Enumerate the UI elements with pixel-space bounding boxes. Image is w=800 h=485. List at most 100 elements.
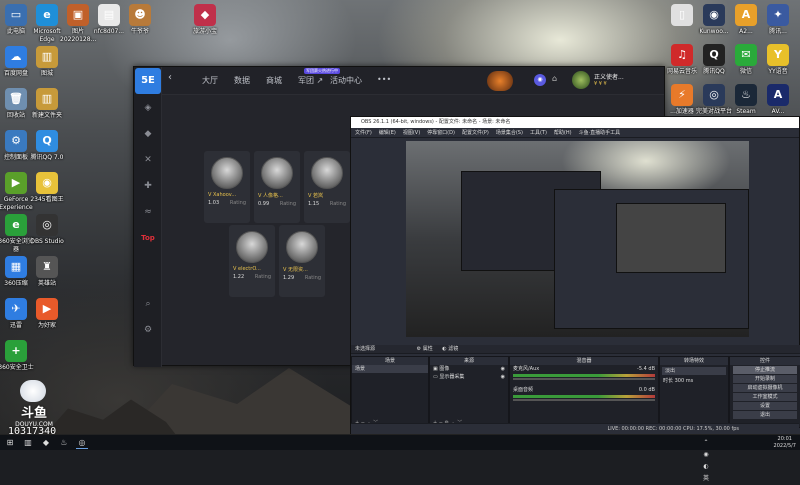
zip-icon: ▦ bbox=[5, 256, 27, 278]
desktop-shortcut[interactable]: ⚡ ...加速器 bbox=[664, 84, 700, 116]
desktop-volume-slider[interactable] bbox=[513, 399, 655, 401]
notification-icon[interactable]: ◉ bbox=[534, 74, 546, 86]
desktop-shortcut[interactable]: ♨ Steam bbox=[728, 84, 764, 116]
source-item-display[interactable]: ▭ 显示器采集 ◉ bbox=[430, 373, 508, 381]
obs-control-button[interactable]: 设置 bbox=[733, 402, 797, 410]
folder-icon: ▥ bbox=[36, 88, 58, 110]
event-banner-icon[interactable] bbox=[487, 71, 513, 91]
obs-control-button[interactable]: 开始录制 bbox=[733, 375, 797, 383]
desktop-shortcut-label: 完美对战平台 bbox=[696, 108, 733, 115]
avatar-icon: ☻ bbox=[129, 4, 151, 26]
cube-icon[interactable]: ◆ bbox=[134, 121, 162, 147]
taskbar-clock[interactable]: 20:01 2022/5/7 bbox=[774, 436, 796, 450]
back-icon[interactable]: ‹ bbox=[168, 72, 172, 83]
desktop-shortcut[interactable]: +360安全卫士 bbox=[0, 340, 34, 372]
desktop-shortcut[interactable]: ◉ 2345看图王 bbox=[29, 172, 65, 204]
desktop-shortcut[interactable]: ▯ bbox=[664, 4, 700, 28]
properties-button[interactable]: ⚙ 属性 bbox=[417, 346, 433, 352]
wifi-icon[interactable]: ≈ bbox=[134, 199, 162, 225]
obs-menu-item[interactable]: 工具(T) bbox=[530, 130, 547, 136]
obs-menu-item[interactable]: 帮助(H) bbox=[554, 130, 572, 136]
shield-icon[interactable]: ◈ bbox=[134, 95, 162, 121]
swords-icon[interactable]: ✕ bbox=[134, 147, 162, 173]
desktop-shortcut[interactable]: ✉ 微信 bbox=[728, 44, 764, 76]
douyu-watermark: 斗鱼 DOUYU.COM bbox=[4, 380, 64, 428]
blank-file-icon: ▯ bbox=[671, 4, 693, 26]
puzzle-icon[interactable]: ✚ bbox=[134, 173, 162, 199]
desktop-shortcut[interactable]: ◎ OBS Studio bbox=[29, 214, 65, 246]
bag-icon[interactable]: ⌂ bbox=[552, 74, 557, 83]
taskbar-steam-icon[interactable]: ♨ bbox=[58, 437, 70, 449]
user-avatar[interactable] bbox=[572, 71, 590, 89]
player-rating-label: Rating bbox=[329, 201, 346, 207]
desktop-shortcut[interactable]: A AV... bbox=[760, 84, 796, 116]
desktop-shortcut-label: 微信 bbox=[739, 68, 752, 75]
obs-control-button[interactable]: 退出 bbox=[733, 411, 797, 419]
desktop-shortcut[interactable]: ◉ Kunwoo... bbox=[696, 4, 732, 36]
player-card[interactable]: V Xahoov... 1.03 Rating bbox=[204, 151, 250, 223]
transition-select[interactable]: 淡出 bbox=[662, 367, 726, 375]
obs-control-button[interactable]: 停止推流 bbox=[733, 366, 797, 374]
mic-volume-slider[interactable] bbox=[513, 378, 655, 380]
player-name: V 无限资... bbox=[283, 267, 308, 273]
obs-menu-item[interactable]: 编辑(E) bbox=[379, 130, 396, 136]
source-item-image[interactable]: ▣ 图像 ◉ bbox=[430, 365, 508, 373]
desktop-shortcut-label: OBS Studio bbox=[30, 238, 64, 245]
desktop-shortcut[interactable]: ◎ 完美对战平台 bbox=[696, 84, 732, 116]
top-badge[interactable]: Top bbox=[134, 225, 162, 251]
desktop-shortcut[interactable]: ▥ 图城 bbox=[29, 46, 65, 78]
thunder-icon: ✈ bbox=[5, 298, 27, 320]
desktop-shortcut[interactable]: Q 腾讯QQ bbox=[696, 44, 732, 76]
nav-more[interactable]: ••• bbox=[377, 75, 391, 84]
obs-control-button[interactable]: 启动虚拟摄像机 bbox=[733, 384, 797, 392]
nav-legion[interactable]: 军团 ↗ bbox=[298, 75, 323, 86]
tray-icons[interactable]: ⌃ ◉ ◐ 英 bbox=[700, 437, 712, 482]
nav-data[interactable]: 数据 bbox=[234, 75, 250, 86]
obs-menu-item[interactable]: 文件(F) bbox=[355, 130, 372, 136]
desktop-shortcut-label: 腾讯QQ bbox=[703, 68, 725, 75]
obs-menu-item[interactable]: 配置文件(P) bbox=[462, 130, 489, 136]
controls-panel: 控件 停止推流 开始录制 启动虚拟摄像机 工作室模式 设置 退出 bbox=[729, 356, 800, 428]
5e-logo[interactable]: 5E bbox=[135, 68, 161, 94]
desktop-shortcut[interactable]: ◆ 旅游小宝 bbox=[187, 4, 223, 36]
nav-activity[interactable]: 活动中心 bbox=[330, 75, 362, 86]
transition-duration[interactable]: 时长 300 ms bbox=[660, 377, 728, 385]
preview-recursive bbox=[616, 203, 726, 273]
player-card[interactable]: V 若岚 1.15 Rating bbox=[304, 151, 350, 223]
player-card[interactable]: V electrO... 1.22 Rating bbox=[229, 225, 275, 297]
desktop-shortcut[interactable]: ♜ 英雄站 bbox=[29, 256, 65, 288]
taskbar-folder-icon[interactable]: ▥ bbox=[22, 437, 34, 449]
desktop-shortcut[interactable]: ☻ 牛爷爷 bbox=[122, 4, 158, 36]
scene-item[interactable]: 场景 bbox=[352, 365, 428, 373]
desktop-shortcut[interactable]: Y YY语音 bbox=[760, 44, 796, 76]
player-rating-label: Rating bbox=[254, 274, 271, 280]
taskbar-game-icon[interactable]: ◆ bbox=[40, 437, 52, 449]
transitions-header: 转场特效 bbox=[660, 357, 728, 365]
obs-preview[interactable] bbox=[406, 141, 749, 337]
obs-menu-item[interactable]: 斗鱼·直播助手工具 bbox=[579, 130, 621, 136]
filters-button[interactable]: ◐ 滤镜 bbox=[442, 346, 458, 352]
search-icon[interactable]: ⌕ bbox=[134, 291, 162, 317]
taskbar-obs-icon[interactable]: ◎ bbox=[76, 437, 88, 449]
nav-store[interactable]: 商城 bbox=[266, 75, 282, 86]
desktop-shortcut[interactable]: ▥ 新建文件夹 bbox=[29, 88, 65, 120]
desktop-shortcut[interactable]: ♫ 网易云音乐 bbox=[664, 44, 700, 76]
eye-icon[interactable]: ◉ bbox=[501, 366, 505, 372]
player-card[interactable]: V 无限资... 1.29 Rating bbox=[279, 225, 325, 297]
obs-menu-item[interactable]: 场景集合(S) bbox=[496, 130, 523, 136]
desktop-shortcut[interactable]: Q 腾讯QQ 7.0 bbox=[29, 130, 65, 162]
obs-window[interactable]: OBS 26.1.1 (64-bit, windows) - 配置文件: 未命名… bbox=[350, 116, 800, 435]
gear-icon[interactable]: ⚙ bbox=[134, 317, 162, 343]
obs-control-button[interactable]: 工作室模式 bbox=[733, 393, 797, 401]
player-card[interactable]: V 人像格... 0.99 Rating bbox=[254, 151, 300, 223]
desktop-shortcut[interactable]: ▶ 为好家 bbox=[29, 298, 65, 330]
desktop-shortcut[interactable]: A A2... bbox=[728, 4, 764, 36]
eye-icon[interactable]: ◉ bbox=[501, 374, 505, 380]
desktop-shortcut-label: Microsoft Edge bbox=[33, 28, 61, 43]
desktop-shortcut-label: GeForce Experience bbox=[0, 196, 33, 211]
desktop-shortcut[interactable]: ✦ 腾讯... bbox=[760, 4, 796, 36]
start-icon[interactable]: ⊞ bbox=[4, 437, 16, 449]
obs-menu-item[interactable]: 停靠窗口(D) bbox=[427, 130, 455, 136]
nav-hall[interactable]: 大厅 bbox=[202, 75, 218, 86]
obs-menu-item[interactable]: 视图(V) bbox=[403, 130, 420, 136]
